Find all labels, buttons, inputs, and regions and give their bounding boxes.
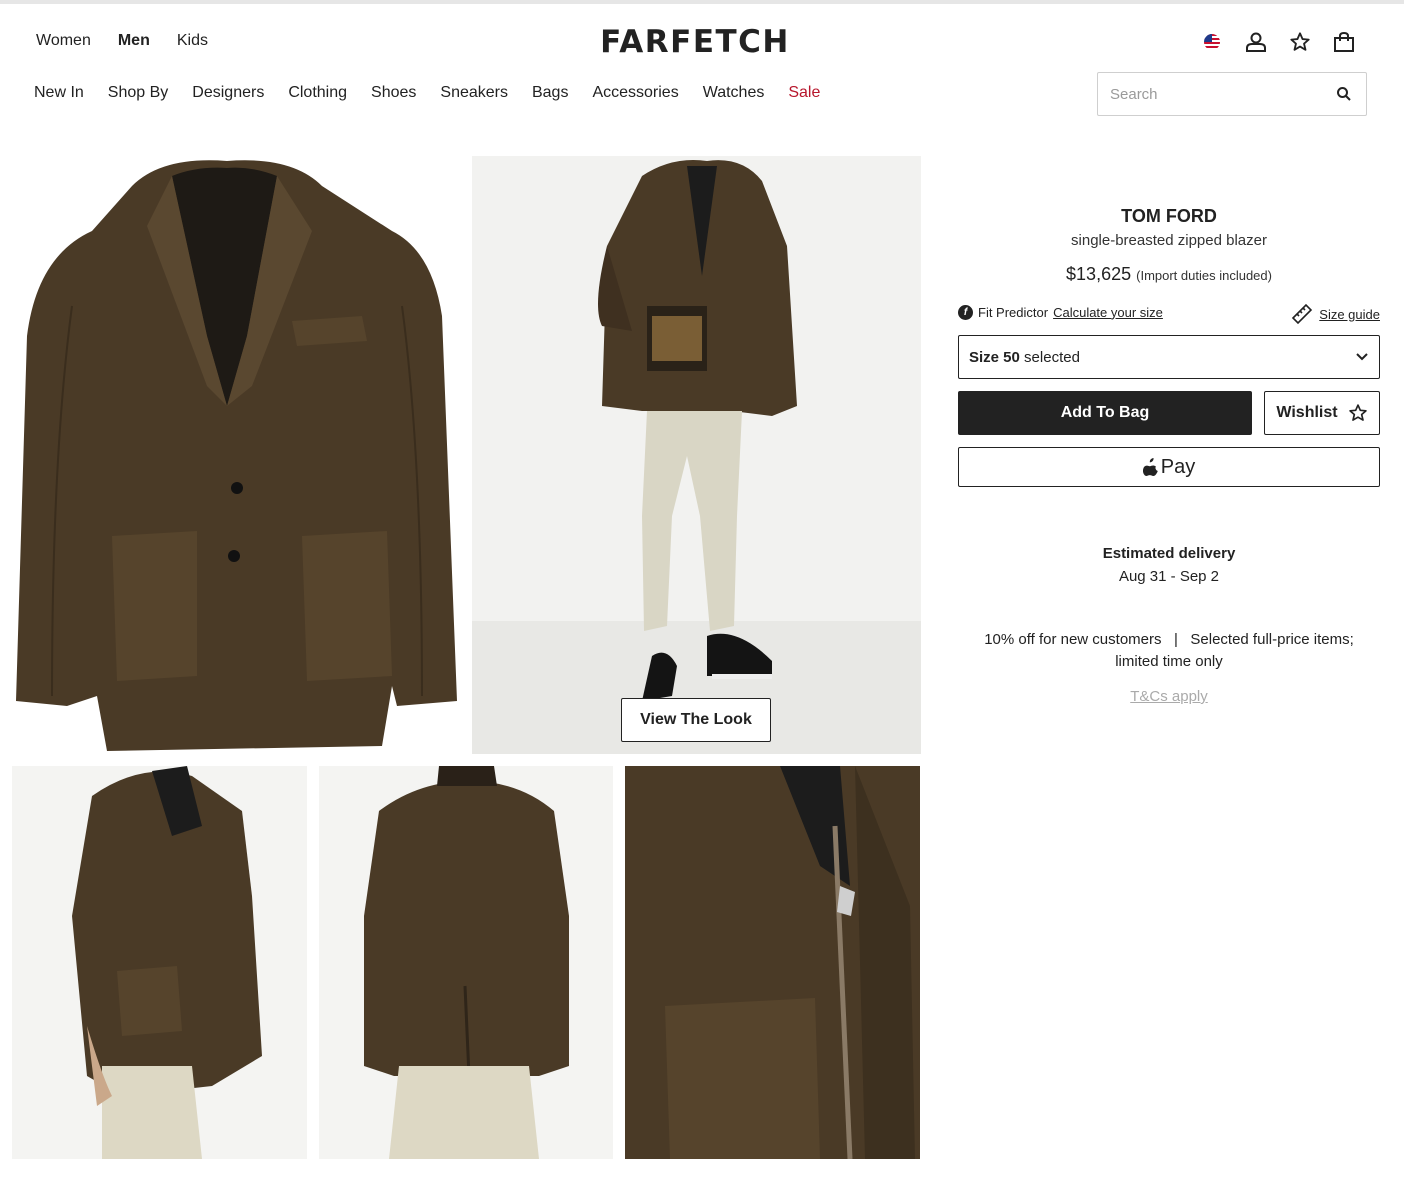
- add-to-bag-button[interactable]: Add To Bag: [958, 391, 1252, 435]
- product-image-front[interactable]: [12, 156, 462, 754]
- wishlist-label: Wishlist: [1276, 404, 1338, 421]
- calculate-size-link[interactable]: Calculate your size: [1053, 305, 1163, 320]
- fit-row: f Fit Predictor Calculate your size Size…: [958, 299, 1380, 325]
- search-icon: [1337, 87, 1351, 101]
- size-guide-link-group[interactable]: Size guide: [1291, 303, 1380, 325]
- duty-note: (Import duties included): [1136, 268, 1272, 283]
- promo-line-1: 10% off for new customers | Selected ful…: [984, 631, 1354, 648]
- promo-message: 10% off for new customers | Selected ful…: [958, 629, 1380, 673]
- wishlist-star-icon[interactable]: [1288, 30, 1312, 54]
- apple-pay-label: Pay: [1160, 455, 1196, 478]
- nav-watches[interactable]: Watches: [703, 84, 765, 102]
- delivery-dates: Aug 31 - Sep 2: [1118, 568, 1220, 585]
- chevron-down-icon: [1356, 353, 1368, 361]
- nav-new-in[interactable]: New In: [34, 84, 84, 102]
- terms-link[interactable]: T&Cs apply: [958, 688, 1380, 705]
- product-image-model[interactable]: [472, 156, 921, 754]
- size-state: selected: [1024, 348, 1080, 366]
- view-the-look-button[interactable]: View The Look: [621, 698, 771, 742]
- account-icon[interactable]: [1244, 30, 1268, 54]
- fit-predictor-icon: f: [958, 304, 973, 320]
- purchase-buttons: Add To Bag Wishlist: [958, 391, 1380, 435]
- dept-men[interactable]: Men: [118, 32, 150, 50]
- nav-designers[interactable]: Designers: [192, 84, 264, 102]
- search-button[interactable]: [1322, 73, 1366, 115]
- size-select[interactable]: Size 50 selected: [958, 335, 1380, 379]
- product-price: $13,625: [1066, 264, 1132, 284]
- product-image-side[interactable]: [12, 766, 307, 1159]
- dept-women[interactable]: Women: [36, 32, 91, 50]
- apple-icon: [1142, 458, 1158, 476]
- product-name: single-breasted zipped blazer: [1071, 232, 1267, 249]
- nav-shop-by[interactable]: Shop By: [108, 84, 168, 102]
- product-price-row: $13,625 (Import duties included): [958, 264, 1380, 285]
- product-image-detail[interactable]: [625, 766, 920, 1159]
- size-guide-link[interactable]: Size guide: [1319, 307, 1380, 322]
- nav-bags[interactable]: Bags: [532, 84, 568, 102]
- nav-accessories[interactable]: Accessories: [592, 84, 678, 102]
- wishlist-button[interactable]: Wishlist: [1264, 391, 1380, 435]
- nav-shoes[interactable]: Shoes: [371, 84, 416, 102]
- nav-clothing[interactable]: Clothing: [288, 84, 347, 102]
- fit-predictor-label: Fit Predictor: [978, 304, 1049, 320]
- category-nav: New In Shop By Designers Clothing Shoes …: [34, 84, 820, 102]
- us-flag-icon[interactable]: [1200, 30, 1224, 54]
- shopping-bag-icon[interactable]: [1332, 30, 1356, 54]
- promo-line-2: limited time only: [1115, 653, 1223, 670]
- header-icons: [1200, 30, 1356, 54]
- nav-sneakers[interactable]: Sneakers: [440, 84, 508, 102]
- ruler-icon: [1292, 303, 1313, 325]
- estimated-delivery: Estimated delivery Aug 31 - Sep 2: [958, 545, 1380, 585]
- top-border: [0, 0, 1404, 4]
- department-nav: Women Men Kids: [36, 32, 208, 50]
- search-input[interactable]: [1098, 73, 1322, 115]
- product-panel: TOM FORD single-breasted zipped blazer $…: [958, 200, 1380, 705]
- dept-kids[interactable]: Kids: [177, 32, 208, 50]
- delivery-label: Estimated delivery: [1102, 545, 1236, 562]
- product-brand[interactable]: TOM FORD: [958, 206, 1380, 227]
- nav-sale[interactable]: Sale: [788, 84, 820, 102]
- search-box: [1097, 72, 1367, 116]
- star-icon: [1348, 404, 1367, 421]
- apple-pay-button[interactable]: Pay: [958, 447, 1380, 487]
- product-image-back[interactable]: [319, 766, 613, 1159]
- farfetch-logo[interactable]: FARFETCH: [592, 24, 798, 60]
- size-value: Size 50: [969, 348, 1020, 366]
